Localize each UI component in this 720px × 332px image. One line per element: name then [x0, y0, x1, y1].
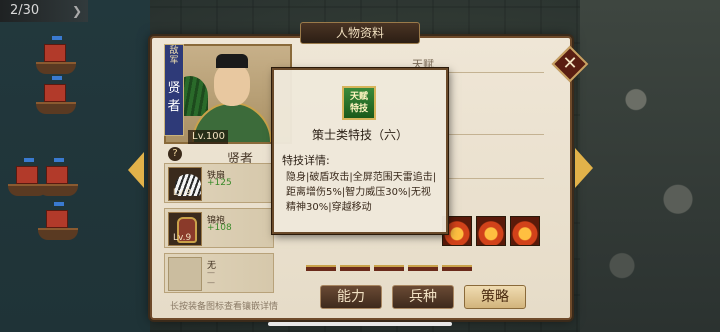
equipment-slot[interactable]: Lv.9 铁扇 +125 — [164, 163, 274, 203]
tooltip-detail-line: 精神30%|穿越移动 — [286, 202, 372, 213]
equipment-extra: — — [207, 278, 215, 287]
equipment-level: Lv.9 — [173, 188, 192, 198]
icon-text: 天赋 — [349, 92, 368, 102]
tab-ability[interactable]: 能力 — [320, 285, 382, 309]
equipment-bonus: — — [207, 268, 215, 277]
chevron-right-icon[interactable]: ❯ — [72, 4, 82, 18]
tooltip-detail-line: 隐身|破盾攻击|全屏范围天雷追击| — [286, 172, 437, 183]
equipment-hint: 长按装备图标查看镶嵌详情 — [170, 302, 279, 312]
equipment-slot[interactable]: 无 — — — [164, 253, 274, 293]
tab-strategy[interactable]: 策略 — [464, 285, 526, 309]
icon-text: 特技 — [349, 104, 368, 114]
home-indicator[interactable] — [268, 322, 452, 326]
tooltip-subtitle: 特技详情: — [282, 154, 330, 167]
skill-icon[interactable] — [340, 265, 370, 271]
skill-icon[interactable] — [476, 216, 506, 246]
equipment-bonus: +108 — [207, 223, 232, 233]
equipment-bonus: +125 — [207, 178, 232, 188]
empty-slot-icon — [168, 257, 202, 291]
camp-hero-name: 贤者 — [167, 81, 181, 114]
close-icon: ✕ — [562, 53, 578, 74]
enemy-ship-icon — [34, 36, 78, 74]
equipment-slot[interactable]: Lv.9 锦袍 +108 — [164, 208, 274, 248]
special-skill-icon: 天赋 特技 — [342, 86, 376, 120]
camp-label: 敌军 — [169, 46, 179, 66]
rock-terrain — [580, 0, 720, 332]
tooltip-detail-line: 距离增伤5%|智力威压30%|无视 — [286, 187, 431, 198]
panel-title: 人物资料 — [300, 22, 420, 44]
divider — [448, 178, 544, 179]
divider — [448, 134, 544, 135]
tooltip-title: 策士类特技（六） — [311, 128, 408, 142]
skill-icon[interactable] — [510, 216, 540, 246]
skill-icon[interactable] — [306, 265, 336, 271]
next-hero-button[interactable] — [575, 148, 593, 188]
equipment-level: Lv.9 — [173, 233, 192, 243]
hero-level: Lv.100 — [188, 130, 228, 144]
enemy-ship-icon — [6, 158, 50, 196]
enemy-ship-icon — [34, 76, 78, 114]
skill-icon[interactable] — [374, 265, 404, 271]
skill-icon[interactable] — [442, 265, 472, 271]
previous-hero-button[interactable] — [128, 152, 144, 188]
tab-troop-type[interactable]: 兵种 — [392, 285, 454, 309]
skill-icon[interactable] — [408, 265, 438, 271]
help-icon[interactable]: ? — [168, 147, 182, 161]
enemy-ship-icon — [36, 202, 80, 240]
divider — [448, 72, 544, 73]
